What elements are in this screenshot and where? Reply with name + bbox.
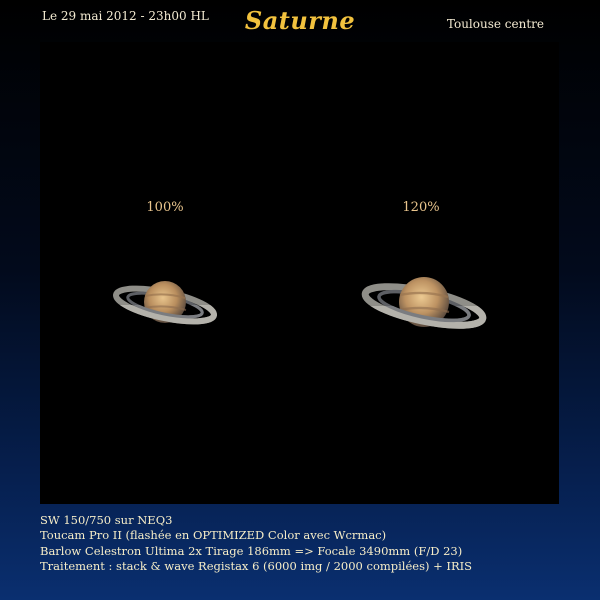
photo-frame: 100% 120% bbox=[40, 42, 559, 504]
saturn-image-100 bbox=[113, 281, 217, 325]
equipment-caption: SW 150/750 sur NEQ3 Toucam Pro II (flash… bbox=[40, 513, 580, 574]
zoom-label-100: 100% bbox=[146, 200, 184, 215]
saturn-image-120 bbox=[361, 277, 487, 329]
caption-barlow: Barlow Celestron Ultima 2x Tirage 186mm … bbox=[40, 543, 463, 558]
caption-camera: Toucam Pro II (flashée en OPTIMIZED Colo… bbox=[40, 528, 387, 543]
caption-processing: Traitement : stack & wave Registax 6 (60… bbox=[40, 558, 473, 573]
caption-telescope: SW 150/750 sur NEQ3 bbox=[40, 513, 173, 527]
observation-location: Toulouse centre bbox=[446, 17, 544, 31]
zoom-label-120: 120% bbox=[402, 200, 440, 215]
